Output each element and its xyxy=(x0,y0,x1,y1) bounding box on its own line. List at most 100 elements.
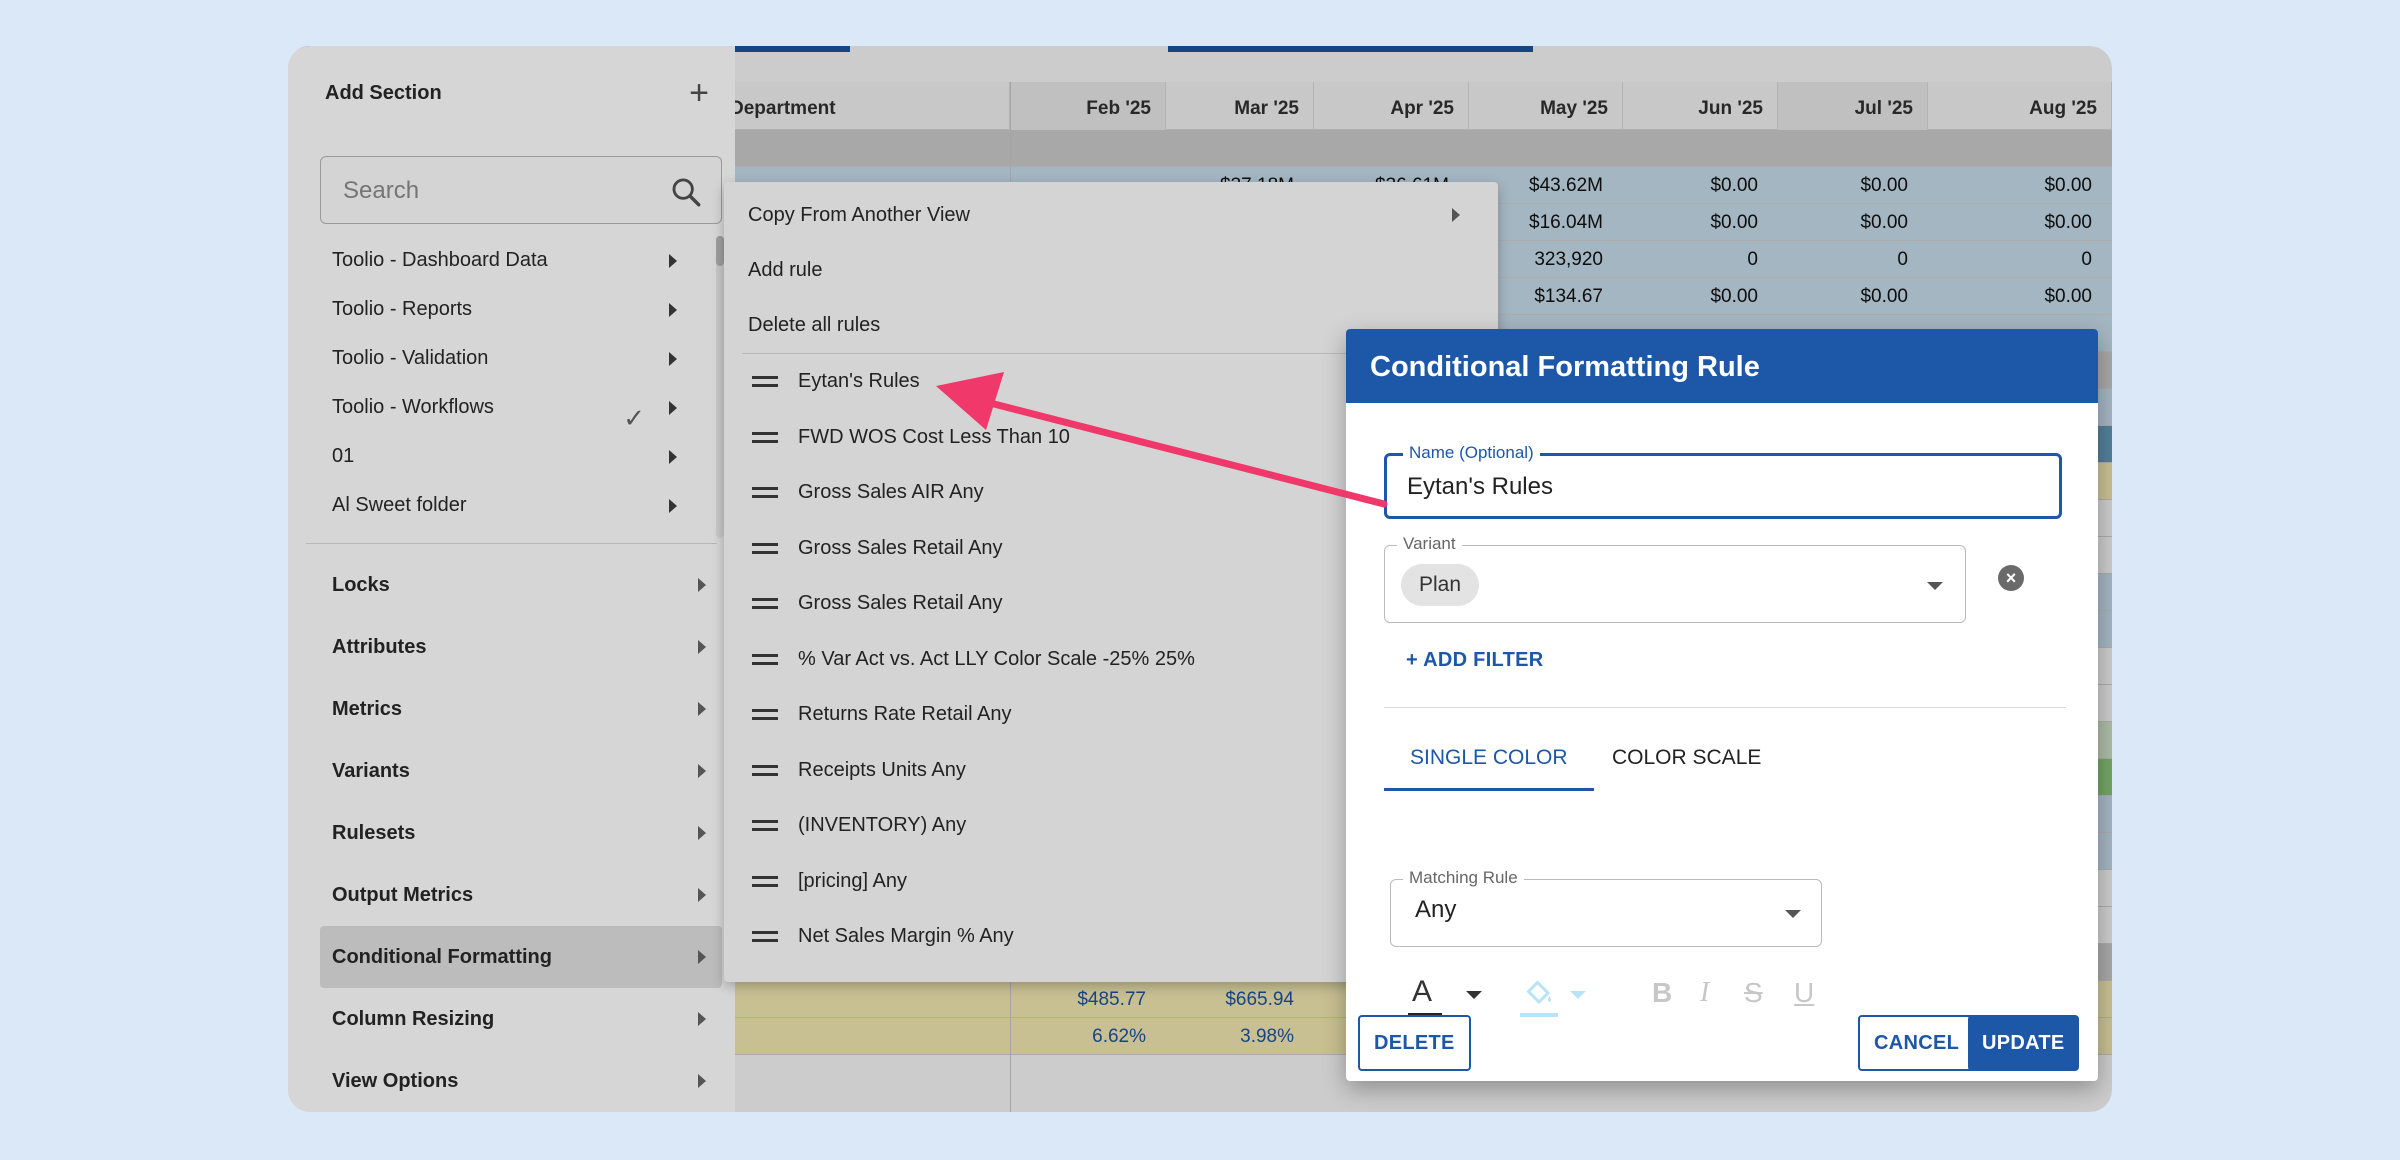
search-input[interactable] xyxy=(343,175,653,207)
section-item[interactable]: Locks xyxy=(320,554,722,616)
drag-handle-icon[interactable] xyxy=(752,487,778,499)
section-item-label: Variants xyxy=(332,760,410,782)
section-item[interactable]: Column Resizing xyxy=(320,988,722,1050)
matching-rule-value: Any xyxy=(1415,896,1457,923)
chevron-right-icon xyxy=(698,1074,706,1088)
section-item-label: Metrics xyxy=(332,698,403,720)
rule-item-label: Gross Sales Retail Any xyxy=(798,536,1003,559)
section-item[interactable]: View Options xyxy=(320,1050,722,1112)
scrollbar-thumb[interactable] xyxy=(716,236,724,266)
folder-item[interactable]: Toolio - Dashboard Data xyxy=(306,236,717,285)
chevron-down-icon[interactable] xyxy=(1927,582,1943,590)
folder-item[interactable]: Al Sweet folder xyxy=(306,481,717,530)
clear-variant-icon[interactable]: × xyxy=(1998,565,2024,591)
drag-handle-icon[interactable] xyxy=(752,709,778,721)
tab-single-color[interactable]: SINGLE COLOR xyxy=(1384,725,1594,791)
add-section-label: Add Section xyxy=(325,82,442,104)
drag-handle-icon[interactable] xyxy=(752,598,778,610)
drag-handle-icon[interactable] xyxy=(752,820,778,832)
bold-icon[interactable]: B xyxy=(1652,977,1672,1009)
dialog-footer: DELETE CANCEL UPDATE xyxy=(1346,1009,2098,1081)
update-button[interactable]: UPDATE xyxy=(1968,1015,2079,1071)
chevron-right-icon xyxy=(698,764,706,778)
menu-item-label: Copy From Another View xyxy=(748,204,970,226)
search-icon[interactable] xyxy=(669,175,703,209)
section-item-label: View Options xyxy=(332,1070,459,1092)
drag-handle-icon[interactable] xyxy=(752,542,778,555)
section-item-label: Output Metrics xyxy=(332,884,474,906)
section-item[interactable]: Conditional Formatting xyxy=(320,926,722,988)
drag-handle-icon[interactable] xyxy=(752,431,778,444)
cancel-button[interactable]: CANCEL xyxy=(1858,1015,1976,1071)
rule-item-label: (INVENTORY) Any xyxy=(798,814,967,836)
drag-handle-icon[interactable] xyxy=(752,376,778,388)
chevron-right-icon xyxy=(669,499,677,513)
chevron-right-icon xyxy=(698,826,706,840)
rule-item-label: [pricing] Any xyxy=(798,869,907,892)
drag-handle-icon[interactable] xyxy=(752,931,778,943)
search-box xyxy=(320,156,722,224)
rule-item-label: Receipts Units Any xyxy=(798,758,966,781)
section-item-label: Rulesets xyxy=(332,822,416,844)
delete-button[interactable]: DELETE xyxy=(1358,1015,1471,1071)
section-item-label: Locks xyxy=(332,574,390,596)
folder-item[interactable]: Toolio - Validation xyxy=(306,334,717,383)
section-item-label: Conditional Formatting xyxy=(332,946,552,968)
rule-item-label: FWD WOS Cost Less Than 10 xyxy=(798,425,1070,448)
chevron-right-icon xyxy=(698,950,706,964)
folder-item-label: Toolio - Validation xyxy=(332,347,489,369)
rule-item-label: Net Sales Margin % Any xyxy=(798,925,1014,947)
section-list: Locks Attributes Metrics Variants Rulesets Ou… xyxy=(320,554,722,1112)
menu-item-add-rule[interactable]: Add rule xyxy=(724,243,1498,298)
variant-chip[interactable]: Plan xyxy=(1401,564,1480,606)
chevron-right-icon xyxy=(669,401,677,415)
chevron-right-icon xyxy=(669,450,677,464)
section-item-label: Column Resizing xyxy=(332,1008,495,1030)
name-input[interactable] xyxy=(1407,470,2027,504)
italic-icon[interactable]: I xyxy=(1700,977,1709,1009)
section-item[interactable]: Attributes xyxy=(320,616,722,678)
chevron-right-icon xyxy=(669,303,677,317)
text-color-dropdown-icon[interactable] xyxy=(1466,991,1482,999)
chevron-down-icon[interactable] xyxy=(1785,910,1801,918)
section-item[interactable]: Variants xyxy=(320,740,722,802)
name-field: Name (Optional) xyxy=(1384,443,2062,519)
app-window: Department Feb '25 Mar '25 Apr '25 May '25 J… xyxy=(288,46,2112,1112)
text-color-icon[interactable]: A xyxy=(1412,975,1432,1009)
underline-icon[interactable]: U xyxy=(1794,977,1814,1009)
chevron-right-icon xyxy=(698,640,706,654)
chevron-right-icon xyxy=(698,888,706,902)
folder-item-label: 01 xyxy=(332,445,355,467)
fill-color-icon[interactable] xyxy=(1520,975,1558,1011)
folder-item-label: Toolio - Reports xyxy=(332,298,473,320)
matching-rule-select[interactable]: Matching Rule Any xyxy=(1390,868,1822,947)
folder-item-label: Toolio - Workflows xyxy=(332,396,494,418)
folder-item[interactable]: Toolio - Reports xyxy=(306,285,717,334)
drag-handle-icon[interactable] xyxy=(752,653,778,666)
folder-item[interactable]: 01 xyxy=(306,432,717,481)
drag-handle-icon[interactable] xyxy=(752,764,778,777)
name-field-label: Name (Optional) xyxy=(1403,443,1540,463)
folder-list-scrollbar[interactable] xyxy=(716,236,724,538)
section-item[interactable]: Output Metrics xyxy=(320,864,722,926)
panel-divider xyxy=(306,543,717,544)
fill-color-dropdown-icon[interactable] xyxy=(1570,991,1586,999)
drag-handle-icon[interactable] xyxy=(752,875,778,888)
chevron-right-icon xyxy=(1452,208,1460,222)
add-filter-button[interactable]: + ADD FILTER xyxy=(1406,649,1544,672)
folder-item[interactable]: Toolio - Workflows ✓ xyxy=(306,383,717,433)
add-section-plus-icon[interactable]: + xyxy=(682,76,716,110)
chevron-right-icon xyxy=(698,578,706,592)
section-item[interactable]: Metrics xyxy=(320,678,722,740)
variant-select[interactable]: Variant Plan xyxy=(1384,534,1966,623)
tab-color-scale[interactable]: COLOR SCALE xyxy=(1586,725,1787,791)
folder-item-label: Toolio - Dashboard Data xyxy=(332,249,548,271)
menu-item-label: Delete all rules xyxy=(748,314,881,336)
strikethrough-icon[interactable]: S xyxy=(1744,977,1763,1009)
rule-item-label: Gross Sales Retail Any xyxy=(798,592,1003,614)
matching-rule-label: Matching Rule xyxy=(1403,868,1524,888)
section-item[interactable]: Rulesets xyxy=(320,802,722,864)
view-settings-panel: Add Section + Toolio - Dashboard Data Too… xyxy=(288,46,735,1112)
rule-item-label: Returns Rate Retail Any xyxy=(798,703,1012,725)
menu-item-copy-from-another-view[interactable]: Copy From Another View xyxy=(724,188,1498,243)
